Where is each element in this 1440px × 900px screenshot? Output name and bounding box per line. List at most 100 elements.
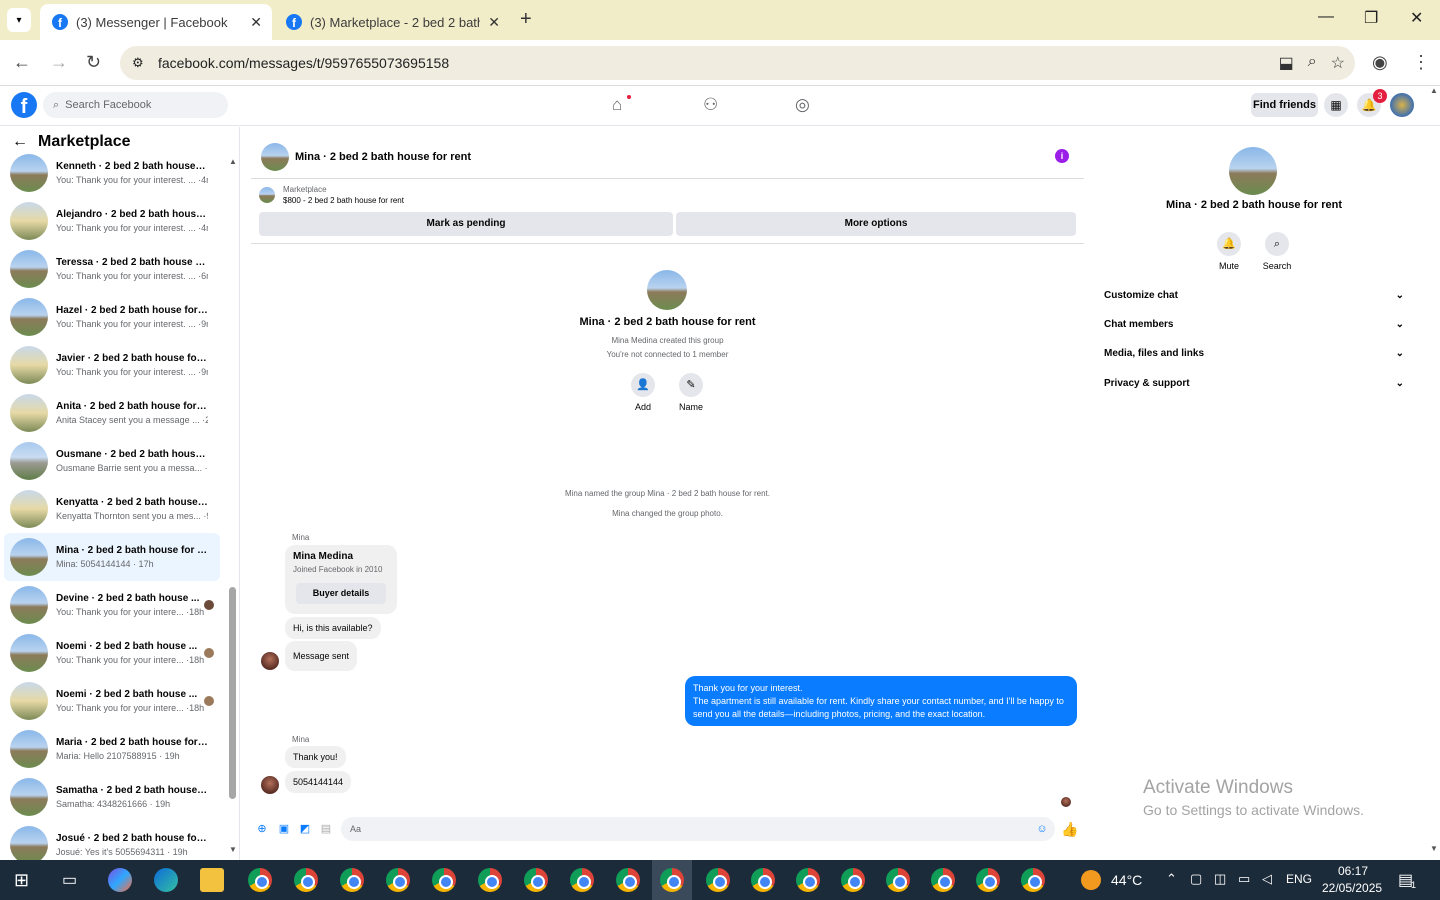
new-tab-button[interactable]: + (520, 8, 532, 31)
chrome-icon[interactable] (616, 868, 640, 892)
language-indicator[interactable]: ENG (1286, 872, 1312, 886)
chrome-icon[interactable] (1021, 868, 1045, 892)
close-tab-icon[interactable]: ✕ (250, 14, 262, 31)
gif-icon[interactable]: ▤ (319, 822, 333, 836)
windows-start-icon[interactable]: ⊞ (14, 870, 29, 891)
task-view-icon[interactable]: ▭ (62, 870, 77, 890)
chrome-icon[interactable] (570, 868, 594, 892)
my-message-bubble[interactable]: Thank you for your interest. The apartme… (685, 676, 1077, 726)
scroll-up-icon[interactable]: ▲ (1430, 86, 1438, 95)
copilot-icon[interactable] (108, 868, 132, 892)
page-scrollbar[interactable]: ▲ ▼ (1428, 86, 1440, 860)
install-app-icon[interactable]: ⬓ (1279, 53, 1294, 73)
clock-date[interactable]: 22/05/2025 (1322, 881, 1382, 895)
info-avatar[interactable] (1229, 147, 1277, 195)
mark-as-pending-button[interactable]: Mark as pending (259, 212, 673, 236)
message-input[interactable]: Aa (341, 817, 1055, 841)
facebook-search-input[interactable]: ⌕ Search Facebook (43, 92, 228, 118)
edge-icon[interactable] (154, 868, 178, 892)
site-info-icon[interactable]: ⚙ (132, 55, 144, 71)
chrome-icon[interactable] (841, 868, 865, 892)
file-explorer-icon[interactable] (200, 868, 224, 892)
scroll-down-icon[interactable]: ▼ (229, 845, 237, 854)
info-icon[interactable]: i (1055, 149, 1069, 163)
notifications-bell-icon[interactable]: 🔔 3 (1357, 89, 1387, 117)
conversation-item[interactable]: Javier · 2 bed 2 bath house for ... You: … (4, 341, 220, 389)
rename-button[interactable]: ✎ Name (671, 373, 711, 412)
more-options-button[interactable]: More options (676, 212, 1076, 236)
section-media-files[interactable]: Media, files and links ⌄ (1104, 348, 1404, 359)
home-icon[interactable]: ⌂ (612, 95, 622, 115)
message-bubble[interactable]: Thank you! (285, 746, 346, 768)
conversation-item[interactable]: Kenneth · 2 bed 2 bath house f... You: Th… (4, 149, 220, 197)
conversation-item[interactable]: Kenyatta · 2 bed 2 bath house f... Kenyat… (4, 485, 220, 533)
conversation-item[interactable]: Samatha · 2 bed 2 bath house f... Samatha… (4, 773, 220, 821)
section-customize-chat[interactable]: Customize chat ⌄ (1104, 290, 1404, 301)
conversation-item-active[interactable]: Mina · 2 bed 2 bath house for r... Mina: … (4, 533, 220, 581)
chrome-icon[interactable] (931, 868, 955, 892)
scrollbar-thumb[interactable] (229, 587, 236, 799)
url-field[interactable]: ⚙ facebook.com/messages/t/95976550736951… (120, 46, 1355, 80)
tab-search-chevron-down-icon[interactable]: ▾ (7, 8, 31, 32)
pen-workspace-icon[interactable]: ◫ (1214, 871, 1226, 887)
close-tab-icon[interactable]: ✕ (488, 14, 500, 31)
chrome-icon[interactable] (432, 868, 456, 892)
minimize-icon[interactable]: — (1318, 8, 1334, 26)
temperature[interactable]: 44°C (1111, 872, 1142, 888)
conversation-item[interactable]: Josué · 2 bed 2 bath house for ... Josué:… (4, 821, 220, 860)
profile-icon[interactable]: ◉ (1372, 52, 1388, 73)
search-button[interactable]: ⌕ Search (1257, 232, 1297, 271)
tray-chevron-up-icon[interactable]: ⌃ (1166, 871, 1177, 887)
conversation-item[interactable]: Noemi · 2 bed 2 bath house ... You: Thank… (4, 629, 220, 677)
bookmark-star-icon[interactable]: ☆ (1331, 53, 1345, 73)
scroll-down-icon[interactable]: ▼ (1430, 844, 1438, 853)
mute-button[interactable]: 🔔 Mute (1209, 232, 1249, 271)
section-chat-members[interactable]: Chat members ⌄ (1104, 319, 1404, 330)
facebook-logo[interactable]: f (11, 92, 37, 118)
menu-grid-icon[interactable]: ▦ (1324, 93, 1348, 117)
chrome-icon[interactable] (248, 868, 272, 892)
message-bubble[interactable]: 5054144144 (285, 771, 352, 793)
zoom-icon[interactable]: ⌕ (1308, 53, 1317, 73)
chrome-icon[interactable] (706, 868, 730, 892)
chrome-icon[interactable] (386, 868, 410, 892)
sidebar-scrollbar[interactable]: ▲ ▼ (229, 157, 237, 860)
close-window-icon[interactable]: ✕ (1410, 8, 1423, 28)
like-thumb-icon[interactable]: 👍 (1061, 822, 1078, 836)
meet-now-icon[interactable]: ▢ (1190, 871, 1202, 887)
conversation-item[interactable]: Noemi · 2 bed 2 bath house ... You: Thank… (4, 677, 220, 725)
chat-avatar[interactable] (261, 142, 289, 171)
friends-icon[interactable]: ⚇ (703, 95, 718, 115)
group-photo[interactable] (647, 270, 687, 310)
sticker-icon[interactable]: ◩ (298, 822, 312, 836)
network-icon[interactable]: ▭ (1238, 871, 1250, 887)
conversation-item[interactable]: Teressa · 2 bed 2 bath house fo... You: T… (4, 245, 220, 293)
chrome-icon[interactable] (886, 868, 910, 892)
plus-icon[interactable]: ⊕ (255, 822, 269, 836)
reload-icon[interactable]: ↻ (86, 52, 101, 73)
volume-icon[interactable]: ◁ (1262, 871, 1272, 887)
weather-icon[interactable] (1081, 870, 1101, 890)
forward-arrow-icon[interactable]: → (50, 52, 68, 73)
scroll-up-icon[interactable]: ▲ (229, 157, 237, 166)
chrome-icon[interactable] (976, 868, 1000, 892)
chrome-icon[interactable] (294, 868, 318, 892)
conversation-item[interactable]: Alejandro · 2 bed 2 bath house ... You: T… (4, 197, 220, 245)
browser-menu-icon[interactable]: ⋮ (1412, 52, 1430, 73)
conversation-item[interactable]: Hazel · 2 bed 2 bath house for ... You: T… (4, 293, 220, 341)
chrome-icon[interactable] (478, 868, 502, 892)
sender-avatar[interactable] (261, 652, 279, 670)
restore-icon[interactable]: ❐ (1364, 8, 1378, 28)
conversation-item[interactable]: Maria · 2 bed 2 bath house for ... Maria:… (4, 725, 220, 773)
back-arrow-icon[interactable]: ← (13, 52, 31, 73)
chrome-icon[interactable] (796, 868, 820, 892)
message-bubble[interactable]: Hi, is this available? (285, 617, 381, 639)
add-member-button[interactable]: 👤 Add (623, 373, 663, 412)
chrome-icon[interactable] (751, 868, 775, 892)
find-friends-button[interactable]: Find friends (1251, 93, 1318, 117)
chrome-icon[interactable] (524, 868, 548, 892)
chat-title[interactable]: Mina · 2 bed 2 bath house for rent (295, 151, 471, 163)
conversation-item[interactable]: Devine · 2 bed 2 bath house ... You: Than… (4, 581, 220, 629)
account-avatar[interactable] (1390, 93, 1414, 117)
groups-icon[interactable]: ◎ (795, 95, 810, 115)
